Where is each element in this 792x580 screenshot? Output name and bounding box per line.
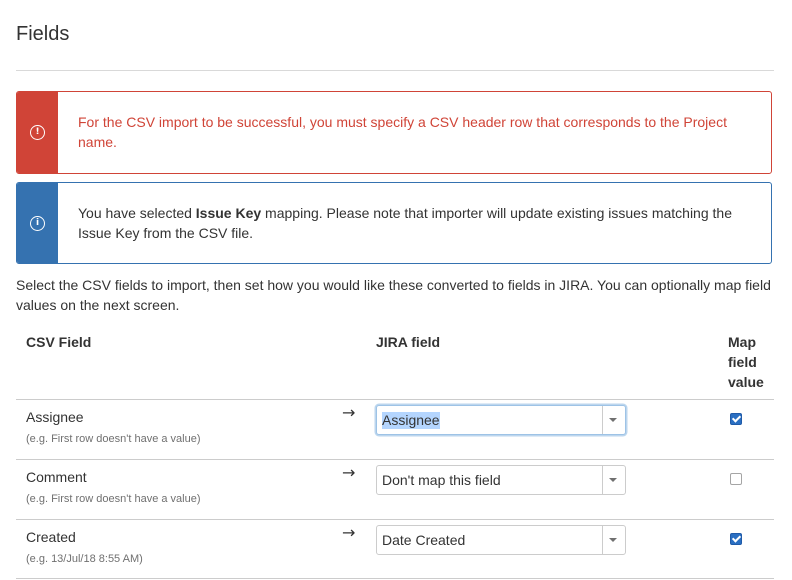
- info-alert-prefix: You have selected: [78, 205, 196, 221]
- error-alert: ! For the CSV import to be successful, y…: [16, 91, 772, 174]
- info-icon: i: [30, 215, 45, 231]
- csv-field-name: Assignee: [26, 409, 84, 425]
- error-alert-message: For the CSV import to be successful, you…: [78, 114, 727, 150]
- select-divider: [602, 526, 603, 554]
- chevron-down-icon: [609, 418, 617, 422]
- info-alert: i You have selected Issue Key mapping. P…: [16, 182, 772, 264]
- csv-field-name: Comment: [26, 469, 87, 485]
- csv-field-example: (e.g. 13/Jul/18 8:55 AM): [26, 553, 143, 565]
- table-row: Created (e.g. 13/Jul/18 8:55 AM) → Date …: [0, 520, 792, 580]
- arrow-right-icon: →: [342, 463, 356, 482]
- jira-field-select[interactable]: Assignee: [376, 405, 626, 435]
- error-icon: !: [30, 125, 45, 140]
- page-title: Fields: [16, 23, 70, 45]
- checkmark-icon: [731, 533, 742, 543]
- select-divider: [602, 466, 603, 494]
- table-row: Assignee (e.g. First row doesn't have a …: [0, 400, 792, 460]
- csv-field-example: (e.g. First row doesn't have a value): [26, 433, 201, 445]
- error-alert-iconbar: !: [17, 92, 58, 173]
- map-field-value-checkbox[interactable]: [730, 533, 742, 545]
- header-jira-field: JIRA field: [376, 334, 441, 350]
- header-csv-field: CSV Field: [26, 334, 92, 350]
- fields-page: Fields ! For the CSV import to be succes…: [0, 0, 792, 580]
- table-row-divider: [16, 578, 774, 579]
- jira-field-select-value: Don't map this field: [382, 472, 501, 488]
- chevron-down-icon: [609, 478, 617, 482]
- jira-field-select[interactable]: Don't map this field: [376, 465, 626, 495]
- checkmark-icon: [731, 413, 742, 423]
- table-row: Comment (e.g. First row doesn't have a v…: [0, 460, 792, 520]
- intro-text: Select the CSV fields to import, then se…: [16, 277, 771, 313]
- info-alert-message: You have selected Issue Key mapping. Ple…: [58, 183, 771, 263]
- info-alert-bold: Issue Key: [195, 205, 262, 221]
- jira-field-select[interactable]: Date Created: [376, 525, 626, 555]
- csv-field-name: Created: [26, 529, 76, 545]
- arrow-right-icon: →: [342, 403, 356, 422]
- jira-field-select-value: Assignee: [382, 412, 440, 429]
- arrow-right-icon: →: [342, 523, 356, 542]
- chevron-down-icon: [609, 538, 617, 542]
- csv-field-example: (e.g. First row doesn't have a value): [26, 493, 201, 505]
- map-field-value-checkbox[interactable]: [730, 413, 742, 425]
- title-divider: [16, 70, 774, 71]
- info-alert-iconbar: i: [17, 183, 58, 263]
- select-divider: [602, 406, 603, 434]
- header-map-field-value: Map field value: [728, 334, 764, 390]
- map-field-value-checkbox[interactable]: [730, 473, 742, 485]
- jira-field-select-value: Date Created: [382, 532, 466, 548]
